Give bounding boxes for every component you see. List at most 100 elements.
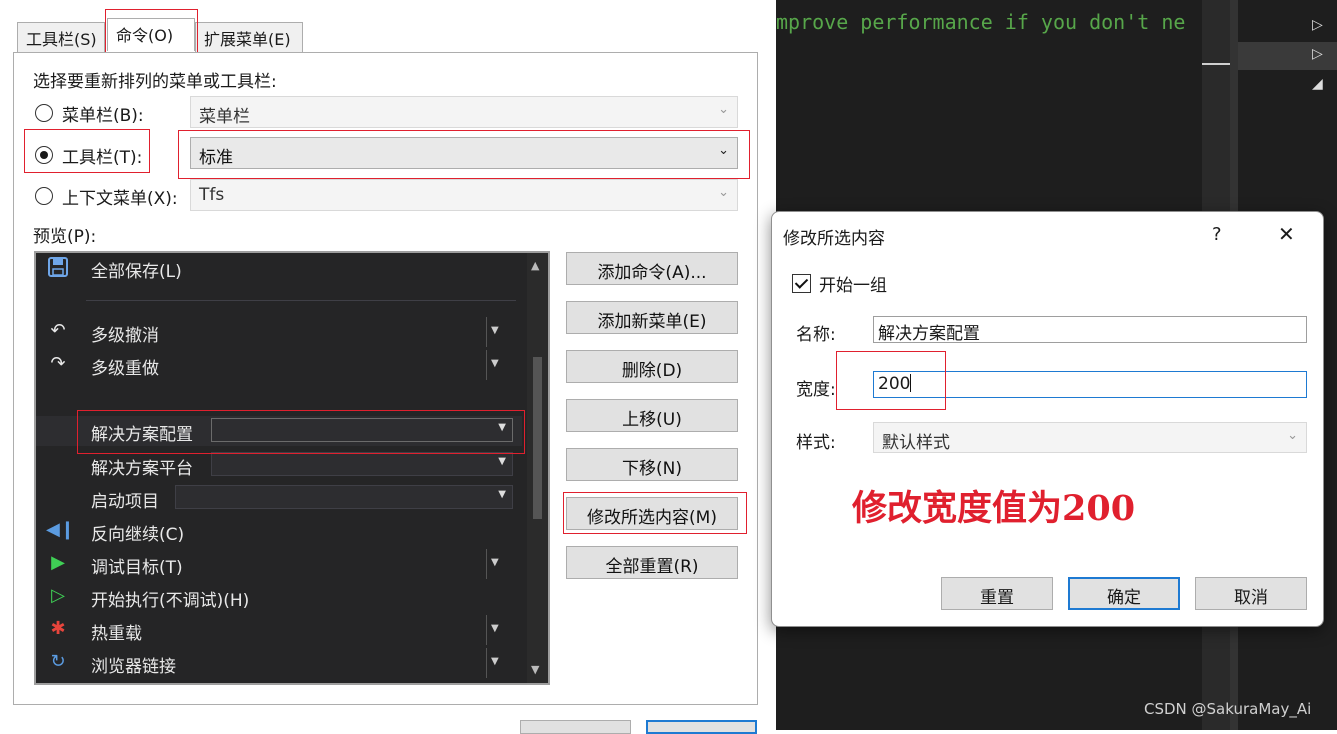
list-item-hot-reload[interactable]: ✱ 热重载 ▼	[36, 615, 522, 645]
chevron-down-icon: ▼	[498, 422, 506, 433]
radio-context-menu[interactable]	[35, 187, 53, 205]
preview-list[interactable]: 全部保存(L) ↶ 多级撤消 ▼ ↷ 多级重做 ▼ 解决方案配置 ▼ 解决方案平…	[34, 251, 550, 685]
list-item-start-without-debug[interactable]: ▷ 开始执行(不调试)(H)	[36, 582, 522, 612]
list-item-undo[interactable]: ↶ 多级撤消 ▼	[36, 317, 522, 347]
scrollbar-thumb[interactable]	[533, 357, 542, 519]
menubar-select-value: 菜单栏	[199, 107, 250, 127]
context-menu-select[interactable]: Tfs ⌄	[190, 179, 738, 211]
code-comment-line: mprove performance if you don't ne	[776, 10, 1186, 34]
menubar-select[interactable]: 菜单栏 ⌄	[190, 96, 738, 128]
chevron-down-icon: ⌄	[718, 102, 729, 117]
modify-selection-button[interactable]: 修改所选内容(M)	[566, 497, 738, 530]
chevron-down-icon: ⌄	[718, 185, 729, 200]
preview-label: 预览(P):	[33, 227, 97, 247]
chevron-down-icon[interactable]: ▼	[486, 648, 500, 678]
move-down-button[interactable]: 下移(N)	[566, 448, 738, 481]
tab-commands[interactable]: 命令(O)	[107, 18, 195, 51]
expand-arrow-icon[interactable]: ▷	[1312, 46, 1323, 62]
list-item-save-all[interactable]: 全部保存(L)	[36, 253, 522, 283]
step-back-icon: ◀❙	[46, 519, 75, 540]
list-item-label: 解决方案平台	[91, 459, 193, 479]
list-item-label: 调试目标(T)	[91, 558, 183, 578]
list-item-solution-config[interactable]: 解决方案配置 ▼	[36, 416, 522, 446]
move-up-button[interactable]: 上移(U)	[566, 399, 738, 432]
list-item-label: 启动项目	[91, 492, 159, 512]
add-menu-button[interactable]: 添加新菜单(E)	[566, 301, 738, 334]
fire-icon: ✱	[50, 618, 66, 639]
chevron-down-icon: ▼	[498, 456, 506, 467]
help-icon[interactable]: ?	[1212, 224, 1222, 245]
play-outline-icon: ▷	[51, 585, 65, 606]
chevron-down-icon[interactable]: ▼	[486, 549, 500, 579]
list-item-label: 热重载	[91, 624, 142, 644]
text-caret	[910, 374, 912, 392]
list-item-debug-target[interactable]: ▶ 调试目标(T) ▼	[36, 549, 522, 579]
list-item-label: 开始执行(不调试)(H)	[91, 591, 250, 611]
toolbar-select[interactable]: 标准 ⌄	[190, 137, 738, 169]
refresh-icon: ↻	[50, 651, 66, 672]
separator	[86, 300, 516, 301]
startup-project-combo[interactable]: ▼	[175, 485, 513, 509]
radio-menubar-label: 菜单栏(B):	[62, 106, 144, 126]
list-item-label: 全部保存(L)	[91, 262, 182, 282]
list-item-label: 浏览器链接	[91, 657, 176, 677]
reset-button[interactable]: 重置	[941, 577, 1053, 610]
tab-extension-menu[interactable]: 扩展菜单(E)	[195, 22, 303, 52]
redo-icon: ↷	[50, 353, 66, 374]
begin-group-checkbox[interactable]	[792, 274, 811, 293]
reset-all-button[interactable]: 全部重置(R)	[566, 546, 738, 579]
width-label: 宽度:	[796, 380, 836, 400]
style-select[interactable]: 默认样式 ⌄	[873, 422, 1307, 453]
play-icon: ▶	[51, 552, 65, 573]
rearrange-section-label: 选择要重新排列的菜单或工具栏:	[33, 72, 277, 92]
watermark: CSDN @SakuraMay_Ai	[1144, 700, 1312, 718]
expand-arrow-icon[interactable]: ▷	[1312, 17, 1323, 33]
list-item-browser-link[interactable]: ↻ 浏览器链接 ▼	[36, 648, 522, 678]
modify-selection-dialog: 修改所选内容 ? ✕ 开始一组 名称: 解决方案配置 宽度: 200 样式: 默…	[771, 211, 1324, 627]
style-label: 样式:	[796, 433, 836, 453]
ok-button-partial[interactable]	[520, 720, 631, 734]
cancel-button[interactable]: 取消	[1195, 577, 1307, 610]
save-all-icon	[46, 256, 70, 280]
close-icon[interactable]: ✕	[1278, 222, 1295, 246]
style-select-value: 默认样式	[882, 433, 950, 453]
solution-config-combo[interactable]: ▼	[211, 418, 513, 442]
list-item-solution-platform[interactable]: 解决方案平台 ▼	[36, 450, 522, 480]
scroll-up-icon[interactable]: ▲	[531, 259, 539, 272]
chevron-down-icon[interactable]: ▼	[486, 615, 500, 645]
chevron-down-icon[interactable]: ▼	[486, 350, 500, 380]
list-item-startup-project[interactable]: 启动项目 ▼	[36, 483, 522, 513]
radio-toolbar[interactable]	[35, 146, 53, 164]
solution-platform-combo[interactable]: ▼	[211, 452, 513, 476]
annotation-text: 修改宽度值为200	[852, 488, 1136, 529]
list-item-label: 多级重做	[91, 359, 159, 379]
add-command-button[interactable]: 添加命令(A)...	[566, 252, 738, 285]
delete-button[interactable]: 删除(D)	[566, 350, 738, 383]
tab-toolbars[interactable]: 工具栏(S)	[17, 22, 105, 52]
scrollbar-marker	[1202, 63, 1230, 65]
preview-scrollbar[interactable]: ▲ ▼	[527, 253, 548, 683]
list-item-redo[interactable]: ↷ 多级重做 ▼	[36, 350, 522, 380]
list-item-label: 反向继续(C)	[91, 525, 185, 545]
begin-group-label: 开始一组	[819, 276, 887, 296]
width-input-value: 200	[878, 374, 911, 394]
ok-button[interactable]: 确定	[1068, 577, 1180, 610]
scroll-down-icon[interactable]: ▼	[531, 663, 539, 676]
list-item-label: 多级撤消	[91, 326, 159, 346]
list-item-label: 解决方案配置	[91, 425, 193, 445]
chevron-down-icon: ▼	[498, 489, 506, 500]
chevron-down-icon: ⌄	[718, 143, 729, 158]
name-input[interactable]: 解决方案配置	[873, 316, 1307, 344]
radio-menubar[interactable]	[35, 104, 53, 122]
chevron-down-icon[interactable]: ▼	[486, 317, 500, 347]
collapse-arrow-icon[interactable]: ◢	[1312, 76, 1323, 92]
chevron-down-icon: ⌄	[1287, 428, 1298, 443]
radio-context-menu-label: 上下文菜单(X):	[62, 189, 178, 209]
list-item-step-back[interactable]: ◀❙ 反向继续(C)	[36, 516, 522, 546]
close-button-partial[interactable]	[646, 720, 757, 734]
radio-toolbar-label: 工具栏(T):	[62, 148, 143, 168]
name-label: 名称:	[796, 325, 836, 345]
width-input[interactable]: 200	[873, 371, 1307, 398]
context-menu-select-value: Tfs	[199, 185, 225, 205]
dialog-title: 修改所选内容	[783, 229, 885, 249]
